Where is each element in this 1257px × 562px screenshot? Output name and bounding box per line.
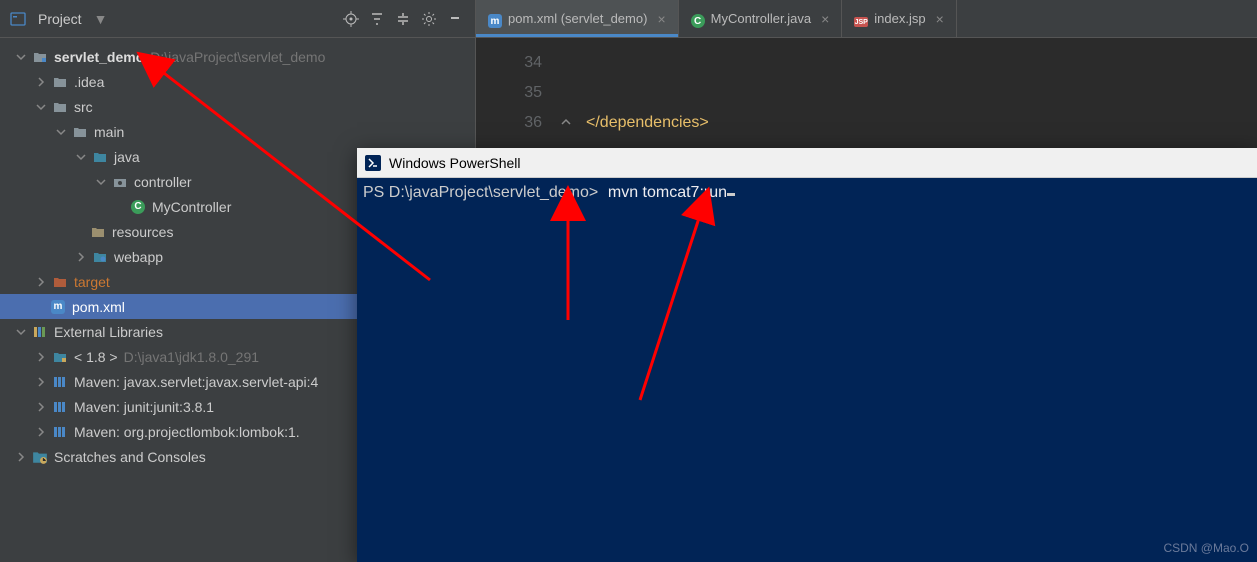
tree-label: External Libraries [54,324,163,340]
tree-label: .idea [74,74,104,90]
tab-pom[interactable]: m pom.xml (servlet_demo) × [476,0,679,37]
terminal-prompt: PS D:\javaProject\servlet_demo> [363,184,598,201]
library-icon [52,424,68,440]
tab-index[interactable]: JSP index.jsp × [842,0,957,37]
tree-item-idea[interactable]: .idea [0,69,475,94]
libraries-icon [32,324,48,340]
close-icon[interactable]: × [936,11,944,27]
gear-icon[interactable] [419,9,439,29]
tree-label: resources [112,224,173,240]
tab-mycontroller[interactable]: C MyController.java × [679,0,843,37]
tree-label: Maven: org.projectlombok:lombok:1. [74,424,300,440]
tree-label: servlet_demo [54,49,144,65]
line-number: 34 [476,48,542,78]
module-icon [32,49,48,65]
jdk-icon [52,349,68,365]
tree-label: main [94,124,124,140]
chevron-down-icon [14,50,28,64]
chevron-down-icon: ▼ [94,11,108,27]
tree-label: target [74,274,110,290]
watermark: CSDN @Mao.O [1163,538,1249,558]
project-icon [10,11,26,27]
chevron-right-icon [74,250,88,264]
chevron-right-icon [34,75,48,89]
chevron-right-icon [14,450,28,464]
maven-icon: m [50,299,66,315]
chevron-down-icon [74,150,88,164]
class-icon: C [691,12,705,26]
tree-label: pom.xml [72,299,125,315]
project-title-text: Project [38,11,82,27]
chevron-down-icon [34,100,48,114]
project-toolbar: Project ▼ [0,0,475,38]
source-folder-icon [92,149,108,165]
chevron-right-icon [34,275,48,289]
chevron-down-icon [14,325,28,339]
tree-item-servlet-demo[interactable]: servlet_demo D:\javaProject\servlet_demo [0,44,475,69]
editor-tabs: m pom.xml (servlet_demo) × C MyControlle… [476,0,1257,38]
library-icon [52,374,68,390]
folder-icon [52,74,68,90]
tree-item-src[interactable]: src [0,94,475,119]
tree-label: src [74,99,93,115]
web-folder-icon [92,249,108,265]
tree-label: Maven: javax.servlet:javax.servlet-api:4 [74,374,318,390]
folder-icon [52,99,68,115]
library-icon [52,399,68,415]
powershell-title: Windows PowerShell [389,155,1249,171]
tree-label: < 1.8 > [74,349,118,365]
close-icon[interactable]: × [821,11,829,27]
powershell-icon [365,155,381,171]
folder-icon [72,124,88,140]
resources-folder-icon [90,224,106,240]
scratches-icon [32,449,48,465]
package-icon [112,174,128,190]
line-number: 35 [476,78,542,108]
chevron-right-icon [34,400,48,414]
chevron-right-icon [34,375,48,389]
tab-label: pom.xml (servlet_demo) [508,11,647,26]
close-icon[interactable]: × [657,11,665,27]
terminal-command: mvn tomcat7:run [608,184,727,201]
code-text: </dependencies> [586,114,709,131]
powershell-terminal[interactable]: PS D:\javaProject\servlet_demo> mvn tomc… [357,178,1257,562]
tree-label: webapp [114,249,163,265]
cursor-icon [727,193,735,196]
line-number: 36 [476,108,542,138]
project-panel-title[interactable]: Project ▼ [10,11,335,27]
locate-icon[interactable] [341,9,361,29]
tree-label: MyController [152,199,231,215]
maven-icon: m [488,12,502,26]
fold-end-icon[interactable] [561,108,571,118]
tree-label: controller [134,174,192,190]
tree-label: java [114,149,140,165]
chevron-right-icon [34,350,48,364]
tree-label: Maven: junit:junit:3.8.1 [74,399,214,415]
powershell-window: Windows PowerShell PS D:\javaProject\ser… [357,148,1257,562]
chevron-down-icon [54,125,68,139]
jsp-icon: JSP [854,12,868,26]
chevron-down-icon [94,175,108,189]
class-icon: C [130,199,146,215]
expand-all-icon[interactable] [393,9,413,29]
tree-label: Scratches and Consoles [54,449,206,465]
tab-label: MyController.java [711,11,811,26]
hide-icon[interactable] [445,9,465,29]
tree-path-hint: D:\javaProject\servlet_demo [150,49,325,65]
tree-item-main[interactable]: main [0,119,475,144]
chevron-right-icon [34,425,48,439]
powershell-titlebar[interactable]: Windows PowerShell [357,148,1257,178]
select-opened-icon[interactable] [367,9,387,29]
tree-path-hint: D:\java1\jdk1.8.0_291 [124,349,259,365]
tab-label: index.jsp [874,11,925,26]
excluded-folder-icon [52,274,68,290]
